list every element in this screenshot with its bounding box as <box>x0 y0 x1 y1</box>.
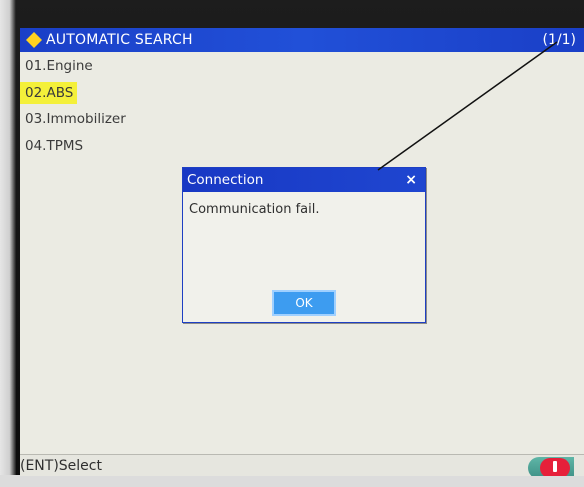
lcd-screen: AUTOMATIC SEARCH (1/1) 01.Engine 02.ABS … <box>20 28 584 476</box>
status-hint: (ENT)Select <box>20 458 102 474</box>
dialog-message: Communication fail. <box>189 202 320 217</box>
title-bar: AUTOMATIC SEARCH (1/1) <box>20 28 584 52</box>
exclamation-icon <box>540 458 570 476</box>
page-title: AUTOMATIC SEARCH <box>46 32 193 48</box>
diamond-icon <box>26 32 42 48</box>
device-shelf <box>0 475 584 487</box>
menu-item-engine[interactable]: 01.Engine <box>20 55 97 77</box>
status-bar: (ENT)Select <box>20 454 584 476</box>
device-edge <box>0 0 16 487</box>
menu-item-tpms[interactable]: 04.TPMS <box>20 135 87 157</box>
menu-item-immobilizer[interactable]: 03.Immobilizer <box>20 108 130 130</box>
page-indicator: (1/1) <box>542 32 576 48</box>
close-icon[interactable]: × <box>405 168 417 192</box>
ok-button[interactable]: OK <box>272 290 336 316</box>
alert-button[interactable] <box>528 457 574 476</box>
dialog-header: Connection × <box>183 168 425 192</box>
connection-dialog: Connection × Communication fail. OK <box>182 167 426 323</box>
dialog-title: Connection <box>187 172 264 188</box>
menu-item-abs[interactable]: 02.ABS <box>20 82 78 104</box>
